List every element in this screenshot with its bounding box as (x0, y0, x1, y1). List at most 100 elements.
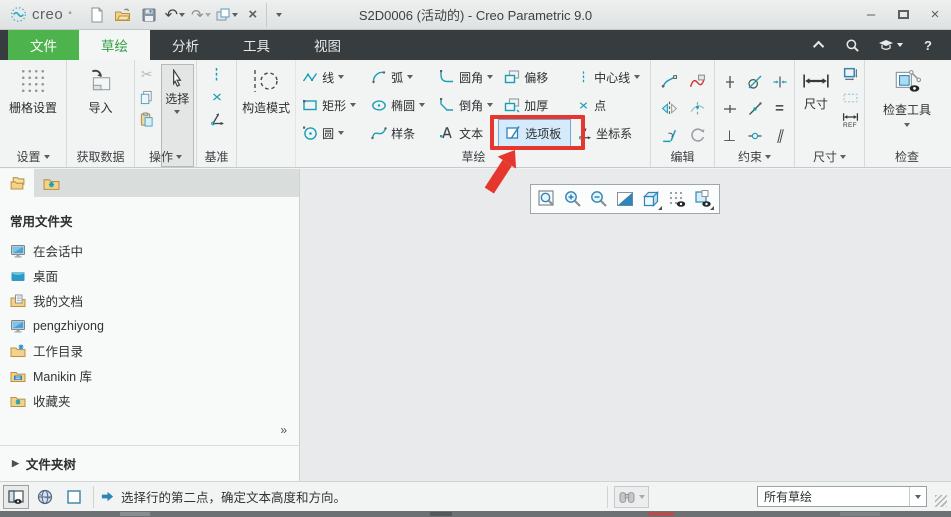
group-dimension-label[interactable]: 尺寸 (795, 148, 864, 165)
equal-constraint-icon[interactable]: = (775, 100, 784, 117)
group-operations-label[interactable]: 操作 (135, 148, 196, 165)
tool-chamfer[interactable]: 倒角 (433, 91, 498, 119)
baseline-dimension-button[interactable]: REF (842, 112, 859, 129)
symmetric-constraint-icon[interactable] (772, 74, 788, 90)
perpendicular-constraint-icon[interactable]: ⊥ (723, 127, 736, 145)
library-folder-icon (10, 368, 26, 384)
graphics-area[interactable] (300, 169, 951, 481)
tab-file[interactable]: 文件 (8, 30, 79, 60)
tab-view[interactable]: 视图 (292, 30, 363, 60)
grid-settings-button[interactable]: 栅格设置 (0, 60, 66, 116)
zoom-out-button[interactable] (586, 186, 612, 212)
learning-center-button[interactable] (873, 34, 907, 56)
creo-parametric-window: creo ° ↶ ↷ × S2D0006 (活动的) - Creo Paramet… (0, 0, 951, 517)
filter-dropdown-button[interactable] (909, 487, 926, 506)
datum-csys-icon[interactable] (209, 111, 225, 127)
search-button[interactable] (841, 34, 863, 56)
nav-item-favorites[interactable]: 收藏夹 (0, 388, 299, 413)
tool-offset[interactable]: 偏移 (498, 63, 571, 91)
redo-button[interactable]: ↷ (188, 3, 214, 27)
centerline-icon (577, 69, 590, 85)
nav-item-manikin-library[interactable]: Manikin 库 (0, 363, 299, 388)
datum-centerline-icon[interactable] (209, 66, 224, 83)
nav-item-desktop[interactable]: 桌面 (0, 263, 299, 288)
parallel-constraint-icon[interactable]: ∥ (776, 127, 783, 144)
cut-icon[interactable]: ✂ (141, 66, 153, 83)
folder-browser-tab[interactable] (0, 169, 34, 197)
web-browser-button[interactable] (32, 485, 58, 509)
refit-button[interactable] (534, 186, 560, 212)
ribbon-tab-bar: 文件 草绘 分析 工具 视图 ? (0, 30, 951, 60)
zoom-in-button[interactable] (560, 186, 586, 212)
inspect-tools-button[interactable]: 检查工具 (865, 60, 949, 127)
horizontal-constraint-icon[interactable] (722, 101, 738, 117)
paste-icon[interactable] (139, 112, 154, 127)
folder-tree-expander[interactable]: ▶ 文件夹树 (0, 445, 299, 481)
line-caret-icon (338, 75, 345, 79)
creo-logo: creo ° (0, 6, 84, 23)
nav-item-in-session[interactable]: 在会话中 (0, 238, 299, 263)
construction-mode-button[interactable]: 构造模式 (237, 60, 297, 167)
coincident-constraint-icon[interactable] (747, 128, 763, 144)
tool-circle[interactable]: 圆 (296, 119, 365, 147)
display-style-icon (615, 189, 635, 209)
delete-segment-icon[interactable] (689, 73, 706, 90)
tangent-constraint-icon[interactable] (747, 74, 763, 90)
tool-line[interactable]: 线 (296, 63, 365, 91)
sketch-display-caret-icon (710, 206, 714, 210)
tool-text[interactable]: 文本 (433, 119, 498, 147)
favorites-tab[interactable] (34, 169, 68, 197)
new-file-button[interactable] (84, 3, 110, 27)
divide-icon[interactable] (689, 100, 706, 117)
display-style-button[interactable] (612, 186, 638, 212)
vertical-constraint-icon[interactable] (722, 74, 738, 90)
tool-ellipse[interactable]: 椭圆 (365, 91, 433, 119)
datum-point-icon[interactable] (210, 90, 224, 104)
close-button[interactable]: × (919, 2, 951, 28)
minimize-button[interactable]: – (855, 2, 887, 28)
collapse-ribbon-button[interactable] (809, 34, 831, 56)
nav-item-working-directory[interactable]: 工作目录 (0, 338, 299, 363)
copy-icon[interactable] (139, 90, 154, 105)
import-button[interactable]: 导入 (67, 60, 134, 116)
window-switch-button[interactable] (214, 3, 240, 27)
mirror-icon[interactable] (661, 100, 678, 117)
tool-fillet[interactable]: 圆角 (433, 63, 498, 91)
perimeter-dimension-icon[interactable] (842, 66, 859, 83)
find-button[interactable] (614, 485, 649, 508)
redo-dropdown-caret (204, 12, 211, 17)
modify-icon[interactable] (661, 73, 678, 90)
group-settings-label[interactable]: 设置 (0, 148, 66, 165)
group-constraints-label[interactable]: 约束 (715, 148, 794, 165)
open-file-button[interactable] (110, 3, 136, 27)
tab-sketch[interactable]: 草绘 (79, 30, 150, 60)
nav-item-my-documents[interactable]: 我的文档 (0, 288, 299, 313)
customize-quick-access-button[interactable] (265, 2, 292, 27)
rotate-resize-icon[interactable] (689, 127, 706, 144)
tool-centerline[interactable]: 中心线 (571, 63, 650, 91)
ordinate-dimension-icon[interactable] (842, 89, 859, 106)
nav-item-computer[interactable]: pengzhiyong (0, 313, 299, 338)
maximize-button[interactable] (887, 2, 919, 28)
filter-combobox[interactable]: 所有草绘 (757, 486, 927, 507)
tab-analysis[interactable]: 分析 (150, 30, 221, 60)
tool-rectangle[interactable]: 矩形 (296, 91, 365, 119)
grid-display-button[interactable] (664, 186, 690, 212)
tool-arc[interactable]: 弧 (365, 63, 433, 91)
midpoint-constraint-icon[interactable] (747, 101, 763, 117)
dimension-label: 尺寸 (803, 97, 828, 111)
toggle-navigator-button[interactable] (3, 484, 29, 509)
corner-icon[interactable] (661, 127, 678, 144)
resize-grip[interactable] (935, 494, 947, 507)
rectangle-icon (302, 97, 318, 113)
help-button[interactable]: ? (917, 34, 939, 56)
sketch-display-button[interactable] (690, 186, 716, 212)
saved-orientations-button[interactable] (638, 186, 664, 212)
tool-spline[interactable]: 样条 (365, 119, 433, 147)
full-screen-button[interactable] (61, 485, 87, 509)
undo-button[interactable]: ↶ (162, 3, 188, 27)
tab-tools[interactable]: 工具 (221, 30, 292, 60)
close-window-button[interactable]: × (240, 3, 266, 27)
collapse-list-button[interactable]: » (280, 423, 287, 437)
save-button[interactable] (136, 3, 162, 27)
